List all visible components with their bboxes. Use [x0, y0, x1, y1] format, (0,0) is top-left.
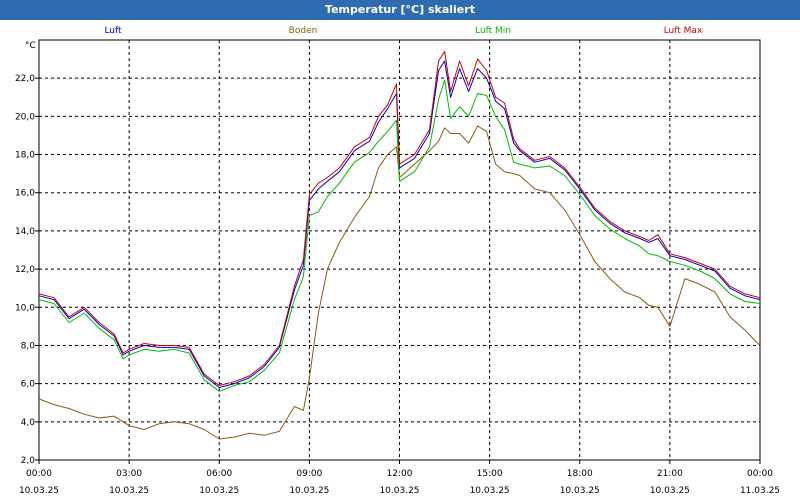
- x-tick-date-label: 10.03.25: [379, 486, 419, 496]
- y-tick-label: 12,0: [15, 265, 35, 275]
- x-tick-date-label: 10.03.25: [199, 486, 239, 496]
- y-tick-label: 10,0: [15, 303, 35, 313]
- x-tick-time-label: 21:00: [657, 469, 683, 479]
- x-tick-time-label: 09:00: [296, 469, 322, 479]
- window-title: Temperatur [°C] skaliert: [0, 0, 800, 20]
- x-tick-time-label: 00:00: [747, 469, 773, 479]
- series-line-luft: [38, 60, 761, 388]
- x-tick-date-label: 10.03.25: [289, 486, 329, 496]
- y-tick-label: 8,0: [21, 341, 36, 351]
- x-tick-time-label: 18:00: [567, 469, 593, 479]
- x-tick-time-label: 00:00: [26, 469, 52, 479]
- y-axis-label: °C: [25, 41, 36, 51]
- x-tick-date-label: 10.03.25: [470, 486, 510, 496]
- legend-entry-boden: Boden: [289, 26, 318, 36]
- x-tick-date-label: 10.03.25: [19, 486, 59, 496]
- y-tick-label: 18,0: [15, 151, 35, 161]
- y-tick-label: 4,0: [21, 418, 36, 428]
- chart-legend: Luft Boden Luft Min Luft Max: [104, 26, 703, 36]
- y-axis-ticks: 2,0 4,0 6,0 8,0 10,0 12,0 14,0 16,0 18,0 20,0 22,0: [15, 74, 39, 466]
- y-tick-label: 20,0: [15, 112, 35, 122]
- legend-entry-luft-min: Luft Min: [475, 26, 511, 36]
- x-tick-time-label: 12:00: [387, 469, 413, 479]
- y-tick-label: 6,0: [21, 380, 36, 390]
- legend-entry-luft: Luft: [104, 26, 122, 36]
- x-axis-ticks: 00:00 10.03.25 03:00 10.03.25 06:00 10.03.25 0…: [19, 460, 780, 496]
- grid-lines: [39, 40, 760, 460]
- temperature-chart: Luft Boden Luft Min Luft Max °C 2,0 4,0 6,0 8,…: [15, 26, 780, 496]
- legend-entry-luft-max: Luft Max: [664, 26, 703, 36]
- x-tick-date-label: 10.03.25: [560, 486, 600, 496]
- y-tick-label: 16,0: [15, 189, 35, 199]
- x-tick-date-label: 10.03.25: [650, 486, 690, 496]
- x-tick-time-label: 15:00: [477, 469, 503, 479]
- x-tick-date-label: 10.03.25: [109, 486, 149, 496]
- y-tick-label: 14,0: [15, 227, 35, 237]
- x-tick-time-label: 03:00: [116, 469, 142, 479]
- y-tick-label: 22,0: [15, 74, 35, 84]
- x-tick-time-label: 06:00: [206, 469, 232, 479]
- x-tick-date-label: 11.03.25: [740, 486, 780, 496]
- y-tick-label: 2,0: [21, 456, 36, 466]
